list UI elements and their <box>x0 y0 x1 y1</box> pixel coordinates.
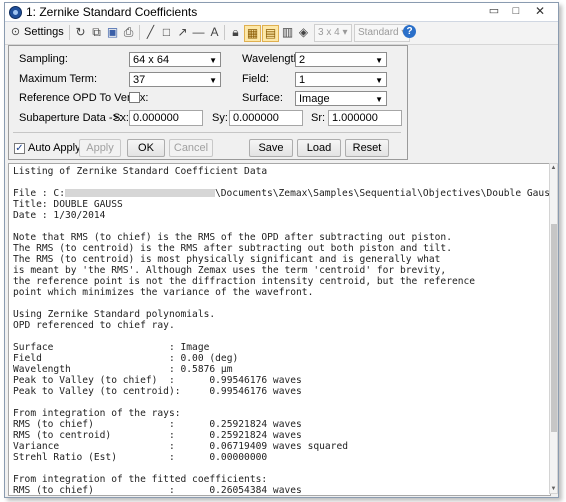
sx-input[interactable]: 0.000000 <box>129 110 203 126</box>
refresh-icon[interactable]: ↻ <box>73 25 88 40</box>
auto-apply-label: Auto Apply <box>28 142 81 154</box>
close-icon[interactable]: ✕ <box>531 4 549 19</box>
print-icon[interactable]: ⎙ <box>121 25 136 40</box>
rectangle-tool-icon[interactable]: □ <box>159 25 174 40</box>
auto-apply-checkbox[interactable]: ✓ <box>14 143 25 154</box>
dash-tool-icon[interactable]: — <box>191 25 206 40</box>
settings-button[interactable]: Settings <box>24 24 64 41</box>
standard-dropdown[interactable]: Standard ▾ <box>354 24 411 42</box>
apply-button[interactable]: Apply <box>79 139 121 157</box>
cancel-button[interactable]: Cancel <box>169 139 213 157</box>
scroll-up-icon[interactable]: ▲ <box>550 165 557 171</box>
text-tool-icon[interactable]: A <box>207 25 222 40</box>
sy-input[interactable]: 0.000000 <box>229 110 303 126</box>
vertical-scrollbar[interactable]: ▲ ▼ <box>549 163 558 494</box>
scroll-down-icon[interactable]: ▼ <box>550 486 557 492</box>
sy-label: Sy: <box>212 112 228 124</box>
ref-opd-checkbox[interactable] <box>129 92 140 103</box>
surface-label: Surface: <box>242 92 283 104</box>
ok-button[interactable]: OK <box>127 139 165 157</box>
panel-divider <box>13 132 401 133</box>
toolbar-separator <box>224 25 225 40</box>
save-button[interactable]: Save <box>249 139 293 157</box>
sr-input[interactable]: 1.000000 <box>328 110 402 126</box>
arrow-tool-icon[interactable]: ↗ <box>175 25 190 40</box>
layout-icon[interactable]: ▦ <box>244 25 261 42</box>
grid-size-dropdown[interactable]: 3 x 4 ▾ <box>314 24 352 42</box>
toolbar-separator <box>69 25 70 40</box>
sx-label: Sx: <box>113 112 129 124</box>
sr-label: Sr: <box>311 112 326 124</box>
restore-icon[interactable]: ▭ <box>485 4 503 19</box>
sampling-select[interactable]: 64 x 64 ▼ <box>129 52 221 67</box>
scroll-thumb[interactable] <box>551 224 557 432</box>
zernike-window: 1: Zernike Standard Coefficients ▭ □ ✕ ⊙… <box>4 2 559 498</box>
reset-button[interactable]: Reset <box>345 139 389 157</box>
subaperture-label: Subaperture Data ->: <box>19 112 123 124</box>
help-icon[interactable]: ? <box>403 25 416 38</box>
file-prefix: File : C: <box>13 188 65 199</box>
output-text-area[interactable]: Listing of Zernike Standard Coefficient … <box>8 163 551 496</box>
lock-icon[interactable]: 🔒︎ <box>228 25 243 40</box>
zemax-app-icon <box>9 6 22 19</box>
save-icon[interactable]: ▣ <box>105 25 120 40</box>
output-header: Listing of Zernike Standard Coefficient … <box>9 164 550 496</box>
collapse-settings-icon[interactable]: ⊙ <box>8 25 23 40</box>
window-layout-icon[interactable]: ▤ <box>262 25 279 42</box>
settings-panel: Sampling: 64 x 64 ▼ Maximum Term: 37 ▼ Ref… <box>8 45 408 160</box>
tile-icon[interactable]: ▥ <box>280 25 295 40</box>
load-button[interactable]: Load <box>297 139 341 157</box>
output-body: Note that RMS (to chief) is the RMS of t… <box>13 232 476 496</box>
field-label: Field: <box>242 73 269 85</box>
toolbar-separator <box>139 25 140 40</box>
toolbar: ⊙ Settings ↻ ⧉ ▣ ⎙ ╱ □ ↗ — A 🔒︎ ▦ ▤ ▥ ◈ … <box>5 22 558 45</box>
max-term-select[interactable]: 37 ▼ <box>129 72 221 87</box>
line-tool-icon[interactable]: ╱ <box>143 25 158 40</box>
copy-icon[interactable]: ⧉ <box>89 25 104 40</box>
window-title: 1: Zernike Standard Coefficients <box>26 5 198 19</box>
layers-icon[interactable]: ◈ <box>296 25 311 40</box>
wavelength-label: Wavelength: <box>242 53 303 65</box>
wavelength-select[interactable]: 2 ▼ <box>295 52 387 67</box>
max-term-label: Maximum Term: <box>19 73 98 85</box>
title-bar: 1: Zernike Standard Coefficients ▭ □ ✕ <box>5 3 558 22</box>
field-select[interactable]: 1 ▼ <box>295 72 387 87</box>
redacted-path <box>64 189 215 197</box>
file-suffix: \Documents\Zemax\Samples\Sequential\Obje… <box>214 188 550 199</box>
title-date-lines: Title: DOUBLE GAUSS Date : 1/30/2014 <box>13 199 123 221</box>
sampling-label: Sampling: <box>19 53 68 65</box>
output-title-line: Listing of Zernike Standard Coefficient … <box>13 166 268 177</box>
maximize-icon[interactable]: □ <box>507 4 525 19</box>
surface-select[interactable]: Image ▼ <box>295 91 387 106</box>
